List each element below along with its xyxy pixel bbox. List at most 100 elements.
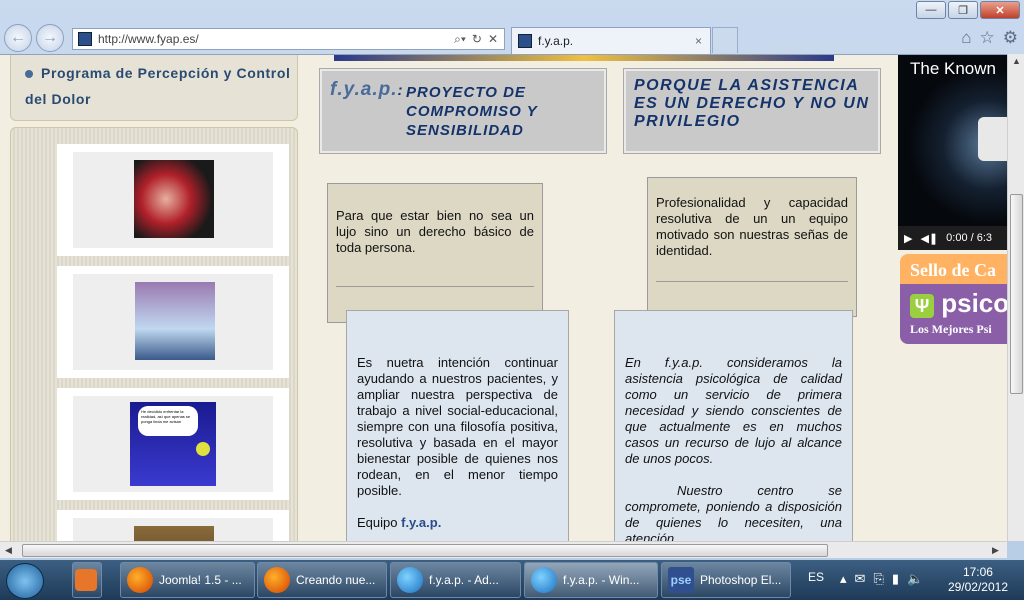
tab-title: f.y.a.p. xyxy=(538,34,574,48)
close-button[interactable]: ✕ xyxy=(980,1,1020,19)
taskbar-item-fyap-win[interactable]: f.y.a.p. - Win... xyxy=(524,562,658,598)
menu-link-percepcion[interactable]: Programa de Percepción y Control del Dol… xyxy=(25,65,290,107)
gear-icon[interactable]: ⚙ xyxy=(1003,28,1018,48)
card-text: Es nuetra intención continuar ayudando a… xyxy=(357,355,558,498)
taskbar-label: Creando nue... xyxy=(296,573,376,587)
card-profesionalidad: Profesionalidad y capacidad resolutiva d… xyxy=(647,177,857,317)
taskbar-label: f.y.a.p. - Ad... xyxy=(429,573,499,587)
taskbar-item-creando[interactable]: Creando nue... xyxy=(257,562,387,598)
photoshop-icon: pse xyxy=(668,567,694,593)
gallery-thumb[interactable]: He decidido enfrentar la realidad, así q… xyxy=(57,388,289,500)
firefox-icon xyxy=(127,567,153,593)
clock[interactable]: 17:06 29/02/2012 xyxy=(948,565,1008,595)
ad-logo: Ψ psico xyxy=(910,288,1007,319)
start-button[interactable] xyxy=(6,563,44,599)
media-player-button[interactable] xyxy=(72,562,102,598)
scroll-up-icon[interactable]: ▲ xyxy=(1012,56,1021,66)
volume-icon[interactable]: ◀❚ xyxy=(920,232,938,245)
tab-close-icon[interactable]: × xyxy=(695,34,702,48)
header-title-right: PORQUE LA ASISTENCIA ES UN DERECHO Y NO … xyxy=(634,77,870,130)
hand-image xyxy=(134,160,214,238)
stop-icon[interactable]: ✕ xyxy=(488,32,498,47)
tray-icons: ▴ ✉ ⎘ ▮ 🔈 xyxy=(840,571,923,587)
speech-bubble: He decidido enfrentar la realidad, así q… xyxy=(138,406,198,436)
tab-fyap[interactable]: f.y.a.p. × xyxy=(511,27,711,54)
address-tools: ⌕▾ ↻ ✕ xyxy=(454,32,498,47)
card-text: Para que estar bien no sea un lujo sino … xyxy=(336,208,534,255)
signature: Equipo f.y.a.p. xyxy=(357,515,558,531)
horizontal-scroll-thumb[interactable] xyxy=(22,544,828,557)
browser-toolbar-icons: ⌂ ☆ ⚙ xyxy=(961,28,1018,48)
minimize-button[interactable]: — xyxy=(916,1,946,19)
taskbar-item-photoshop[interactable]: pse Photoshop El... xyxy=(661,562,791,598)
network-icon[interactable]: ▮ xyxy=(892,571,899,587)
left-sidebar: Programa de Percepción y Control del Dol… xyxy=(10,55,298,541)
chevron-up-icon[interactable]: ▴ xyxy=(840,571,847,587)
window-controls: — ❐ ✕ xyxy=(916,1,1020,19)
mail-icon[interactable]: ✉ xyxy=(855,571,866,587)
taskbar-label: Photoshop El... xyxy=(700,573,782,587)
taskbar-label: Joomla! 1.5 - ... xyxy=(159,573,242,587)
system-tray: ES ▴ ✉ ⎘ ▮ 🔈 17:06 29/02/2012 xyxy=(784,560,1024,600)
media-player-icon xyxy=(75,569,97,591)
main-column: f.y.a.p.: PROYECTO DE COMPROMISO Y SENSI… xyxy=(319,55,890,541)
ie-icon xyxy=(531,567,557,593)
header-title: PROYECTO DE COMPROMISO Y SENSIBILIDAD xyxy=(406,84,538,139)
card-text: En f.y.a.p. consideramos la asistencia p… xyxy=(625,355,842,466)
new-tab-button[interactable] xyxy=(712,27,738,53)
taskbar-item-joomla[interactable]: Joomla! 1.5 - ... xyxy=(120,562,255,598)
maximize-button[interactable]: ❐ xyxy=(948,1,978,19)
ad-title: Sello de Ca xyxy=(910,260,997,280)
card-asistencia: En f.y.a.p. consideramos la asistencia p… xyxy=(614,310,853,541)
gallery-thumb[interactable] xyxy=(57,266,289,378)
search-icon[interactable]: ⌕▾ xyxy=(454,32,466,47)
home-icon[interactable]: ⌂ xyxy=(961,28,971,48)
thumb-image xyxy=(134,526,214,541)
taskbar-item-fyap-ad[interactable]: f.y.a.p. - Ad... xyxy=(390,562,521,598)
signature-prefix: Equipo xyxy=(357,515,398,530)
language-indicator[interactable]: ES xyxy=(808,570,824,584)
web-image xyxy=(135,282,215,360)
vertical-scroll-thumb[interactable] xyxy=(1010,194,1023,394)
forward-icon[interactable]: → xyxy=(36,24,64,52)
taskbar: Joomla! 1.5 - ... Creando nue... f.y.a.p… xyxy=(0,560,1024,600)
taskbar-label: f.y.a.p. - Win... xyxy=(563,573,640,587)
site-favicon-icon xyxy=(78,32,92,46)
header-separator: : xyxy=(397,82,404,99)
gallery-thumb[interactable] xyxy=(57,144,289,256)
brand-text: f.y.a.p. xyxy=(330,79,398,100)
video-time: 0:00 / 6:3 xyxy=(946,232,993,244)
play-icon[interactable]: ▶ xyxy=(904,232,912,245)
video-title: The Known xyxy=(910,59,996,78)
url-text[interactable]: http://www.fyap.es/ xyxy=(98,32,454,46)
gallery-thumb[interactable] xyxy=(57,510,289,541)
top-banner-edge xyxy=(334,55,834,61)
header-asistencia: PORQUE LA ASISTENCIA ES UN DERECHO Y NO … xyxy=(623,68,881,154)
usb-icon[interactable]: ⎘ xyxy=(873,571,883,587)
psi-icon: Ψ xyxy=(910,294,934,318)
page-content: Programa de Percepción y Control del Dol… xyxy=(0,54,1007,541)
card-text: Profesionalidad y capacidad resolutiva d… xyxy=(656,195,848,258)
vertical-scrollbar[interactable]: ▲ xyxy=(1007,54,1024,541)
ie-icon xyxy=(397,567,423,593)
menu-box: Programa de Percepción y Control del Dol… xyxy=(10,55,298,121)
firefox-icon xyxy=(264,567,290,593)
header-proyecto: f.y.a.p.: PROYECTO DE COMPROMISO Y SENSI… xyxy=(319,68,607,154)
address-bar[interactable]: http://www.fyap.es/ ⌕▾ ↻ ✕ xyxy=(72,28,505,50)
bullet-icon xyxy=(25,70,33,78)
back-icon[interactable]: ← xyxy=(4,24,32,52)
psico-ad[interactable]: Sello de Ca Ψ psico Los Mejores Psi xyxy=(900,254,1007,344)
favorites-star-icon[interactable]: ☆ xyxy=(980,28,995,48)
card-intencion: Es nuetra intención continuar ayudando a… xyxy=(346,310,569,541)
ad-subtitle: Los Mejores Psi xyxy=(910,322,992,336)
scroll-right-icon[interactable]: ▶ xyxy=(992,545,999,556)
clock-time: 17:06 xyxy=(962,565,993,579)
scroll-left-icon[interactable]: ◀ xyxy=(5,545,12,556)
speaker-icon[interactable]: 🔈 xyxy=(907,571,923,587)
video-player[interactable]: The Known ▶ ◀❚ 0:00 / 6:3 xyxy=(898,55,1007,250)
refresh-icon[interactable]: ↻ xyxy=(472,32,482,47)
video-play-overlay[interactable] xyxy=(978,117,1007,161)
divider xyxy=(336,286,534,287)
horizontal-scrollbar[interactable]: ◀ ▶ xyxy=(0,541,1007,558)
cartoon-image: He decidido enfrentar la realidad, así q… xyxy=(130,402,216,486)
